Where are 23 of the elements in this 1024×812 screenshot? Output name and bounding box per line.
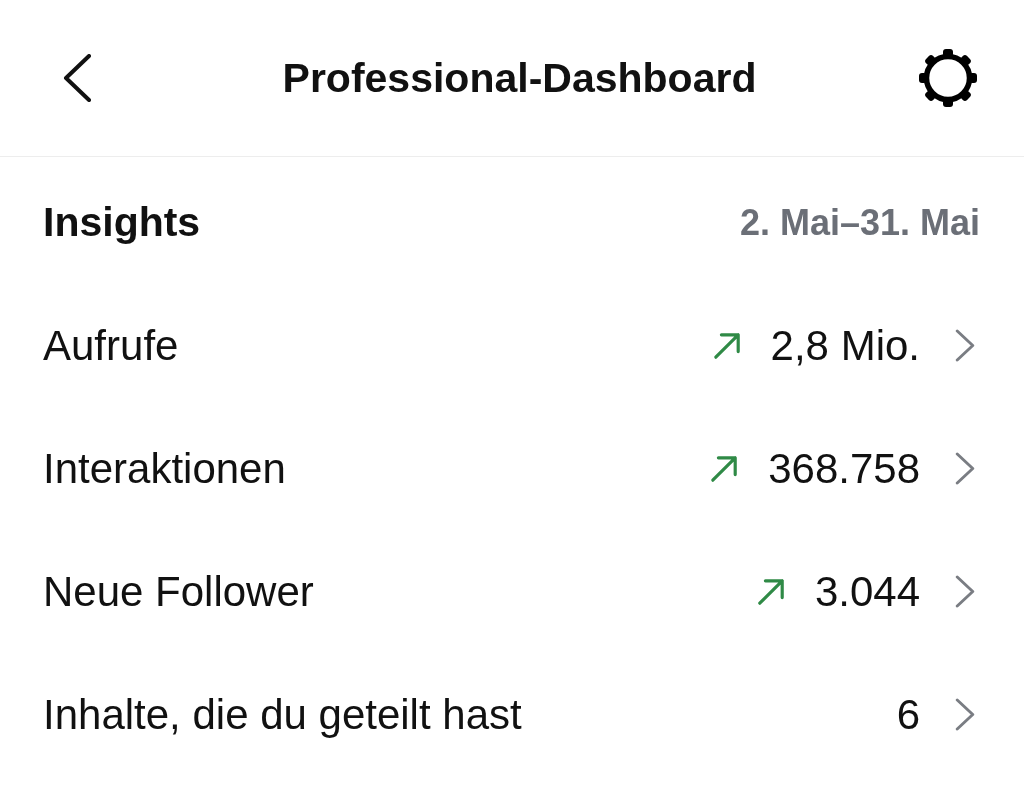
chevron-right-icon	[955, 329, 975, 362]
back-button[interactable]	[62, 54, 92, 102]
metric-value: 2,8 Mio.	[770, 321, 920, 370]
date-range: 2. Mai–31. Mai	[739, 201, 980, 244]
settings-button[interactable]	[919, 49, 977, 107]
metric-label: Neue Follower	[43, 567, 314, 616]
metric-value: 3.044	[814, 567, 920, 616]
settings-icon	[919, 49, 977, 107]
section-heading: Insights	[43, 199, 201, 246]
page-title: Professional-Dashboard	[282, 54, 757, 102]
metric-value: 368.758	[768, 444, 920, 493]
chevron-right-icon	[955, 575, 975, 608]
metric-label: Interaktionen	[43, 444, 286, 493]
metric-row[interactable]: Inhalte, die du geteilt hast 6	[0, 653, 1024, 776]
metric-row[interactable]: Aufrufe 2,8 Mio.	[0, 284, 1024, 407]
metric-row[interactable]: Neue Follower 3.044	[0, 530, 1024, 653]
metric-label: Aufrufe	[43, 321, 179, 370]
chevron-right-icon	[955, 698, 975, 731]
metric-row[interactable]: Interaktionen 368.758	[0, 407, 1024, 530]
metric-label: Inhalte, die du geteilt hast	[43, 690, 522, 739]
back-icon	[62, 54, 92, 102]
chevron-right-icon	[955, 452, 975, 485]
metric-value: 6	[896, 690, 920, 739]
